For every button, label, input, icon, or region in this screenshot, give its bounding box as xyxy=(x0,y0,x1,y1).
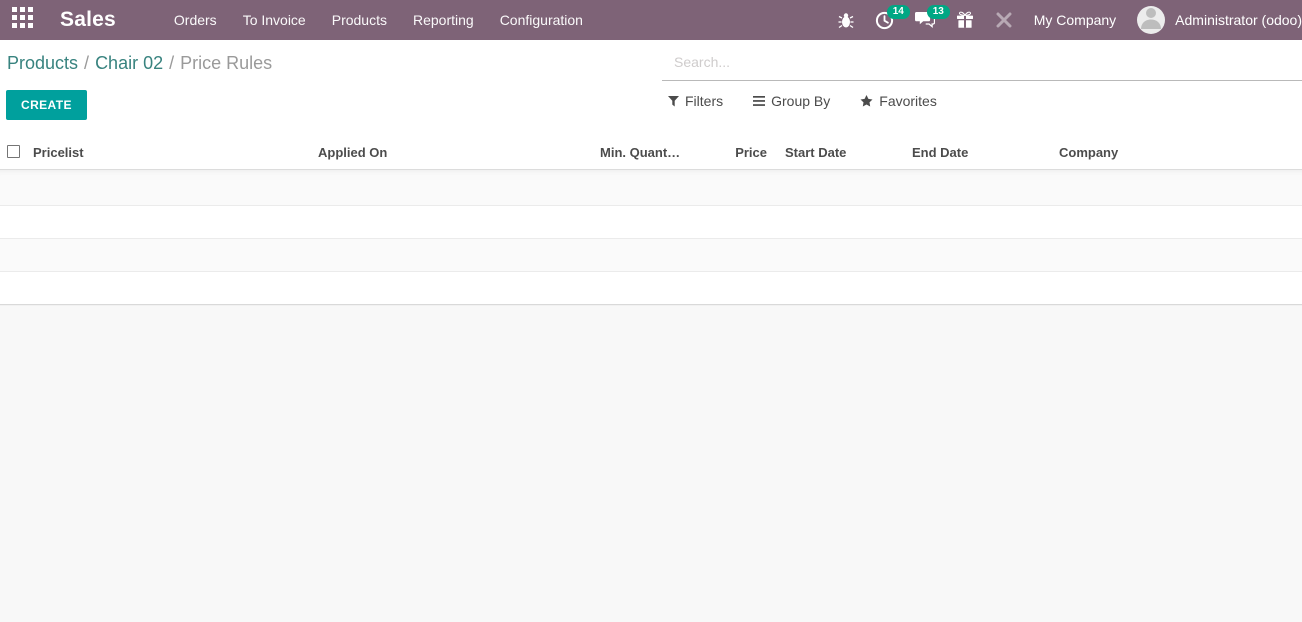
search-bar xyxy=(662,54,1302,81)
breadcrumb: Products / Chair 02/Price Rules xyxy=(7,53,272,74)
topbar: Sales Orders To Invoice Products Reporti… xyxy=(0,0,1302,40)
table-row[interactable] xyxy=(0,239,1302,272)
menu-item-configuration[interactable]: Configuration xyxy=(500,1,583,39)
bug-icon[interactable] xyxy=(838,0,854,40)
table-body xyxy=(0,170,1302,305)
user-avatar[interactable] xyxy=(1137,6,1166,34)
tools-icon[interactable] xyxy=(995,0,1013,40)
search-input[interactable] xyxy=(674,54,1302,70)
menu-item-reporting[interactable]: Reporting xyxy=(413,1,474,39)
column-header-applied-on[interactable]: Applied On xyxy=(318,145,600,160)
table-header: Pricelist Applied On Min. Quant… Price S… xyxy=(0,136,1302,170)
messages-button[interactable]: 13 xyxy=(914,0,950,40)
select-all-cell xyxy=(0,144,33,161)
breadcrumb-separator: / xyxy=(84,53,90,73)
activities-badge: 14 xyxy=(886,5,910,19)
favorites-label: Favorites xyxy=(879,93,937,109)
user-menu[interactable]: Administrator (odoo) xyxy=(1175,12,1302,28)
table-row[interactable] xyxy=(0,206,1302,239)
control-panel: Products/Chair 02/Price Rules CREATE Fil… xyxy=(0,40,1302,136)
column-header-pricelist[interactable]: Pricelist xyxy=(33,145,318,160)
create-button[interactable]: CREATE xyxy=(6,90,87,120)
favorites-button[interactable]: Favorites xyxy=(860,93,937,109)
messages-badge: 13 xyxy=(926,5,950,19)
filter-funnel-icon xyxy=(668,95,679,107)
column-header-price[interactable]: Price xyxy=(690,145,767,160)
column-header-start-date[interactable]: Start Date xyxy=(767,145,912,160)
search-options: Filters Group By Favorites xyxy=(668,93,937,109)
star-icon xyxy=(860,95,873,107)
table-row[interactable] xyxy=(0,272,1302,305)
activities-button[interactable]: 14 xyxy=(875,0,910,40)
menu-item-products[interactable]: Products xyxy=(332,1,387,39)
empty-area xyxy=(0,305,1302,622)
menu-item-to-invoice[interactable]: To Invoice xyxy=(243,1,306,39)
select-all-checkbox[interactable] xyxy=(7,144,20,158)
filters-label: Filters xyxy=(685,93,724,109)
group-by-label: Group By xyxy=(771,93,831,109)
column-header-min-quantity[interactable]: Min. Quant… xyxy=(600,145,690,160)
menu-item-orders[interactable]: Orders xyxy=(174,1,217,39)
filters-button[interactable]: Filters xyxy=(668,93,723,109)
column-header-end-date[interactable]: End Date xyxy=(912,145,1059,160)
company-switcher[interactable]: My Company xyxy=(1034,12,1116,28)
apps-menu-button[interactable] xyxy=(0,0,44,40)
main-menu: Orders To Invoice Products Reporting Con… xyxy=(174,1,583,39)
group-by-button[interactable]: Group By xyxy=(753,93,830,109)
breadcrumb-separator: / xyxy=(169,53,175,73)
breadcrumb-products[interactable]: Products xyxy=(7,53,78,73)
app-name[interactable]: Sales xyxy=(60,8,116,32)
breadcrumb-current: Price Rules xyxy=(180,53,273,73)
topbar-right: 14 13 My Company Administrator (odoo) xyxy=(838,0,1302,40)
apps-grid-icon xyxy=(11,7,33,33)
price-rules-list: Pricelist Applied On Min. Quant… Price S… xyxy=(0,136,1302,622)
person-icon xyxy=(1137,6,1165,34)
group-by-lines-icon xyxy=(753,96,766,106)
column-header-company[interactable]: Company xyxy=(1059,145,1302,160)
gift-icon[interactable] xyxy=(956,0,974,40)
table-row[interactable] xyxy=(0,170,1302,206)
breadcrumb-chair-02[interactable]: Chair 02 xyxy=(95,53,163,73)
